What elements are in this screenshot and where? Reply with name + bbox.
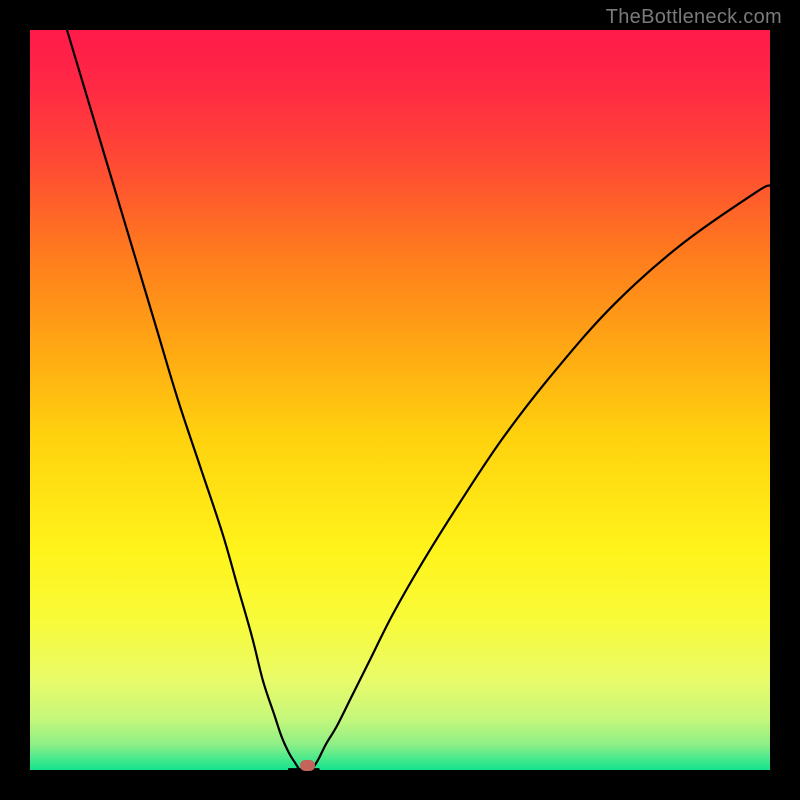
chart-frame: TheBottleneck.com <box>0 0 800 800</box>
watermark-text: TheBottleneck.com <box>606 6 782 29</box>
plot-svg <box>30 30 770 770</box>
gradient-background <box>30 30 770 770</box>
bottleneck-marker <box>300 760 315 771</box>
plot-area <box>30 30 770 770</box>
